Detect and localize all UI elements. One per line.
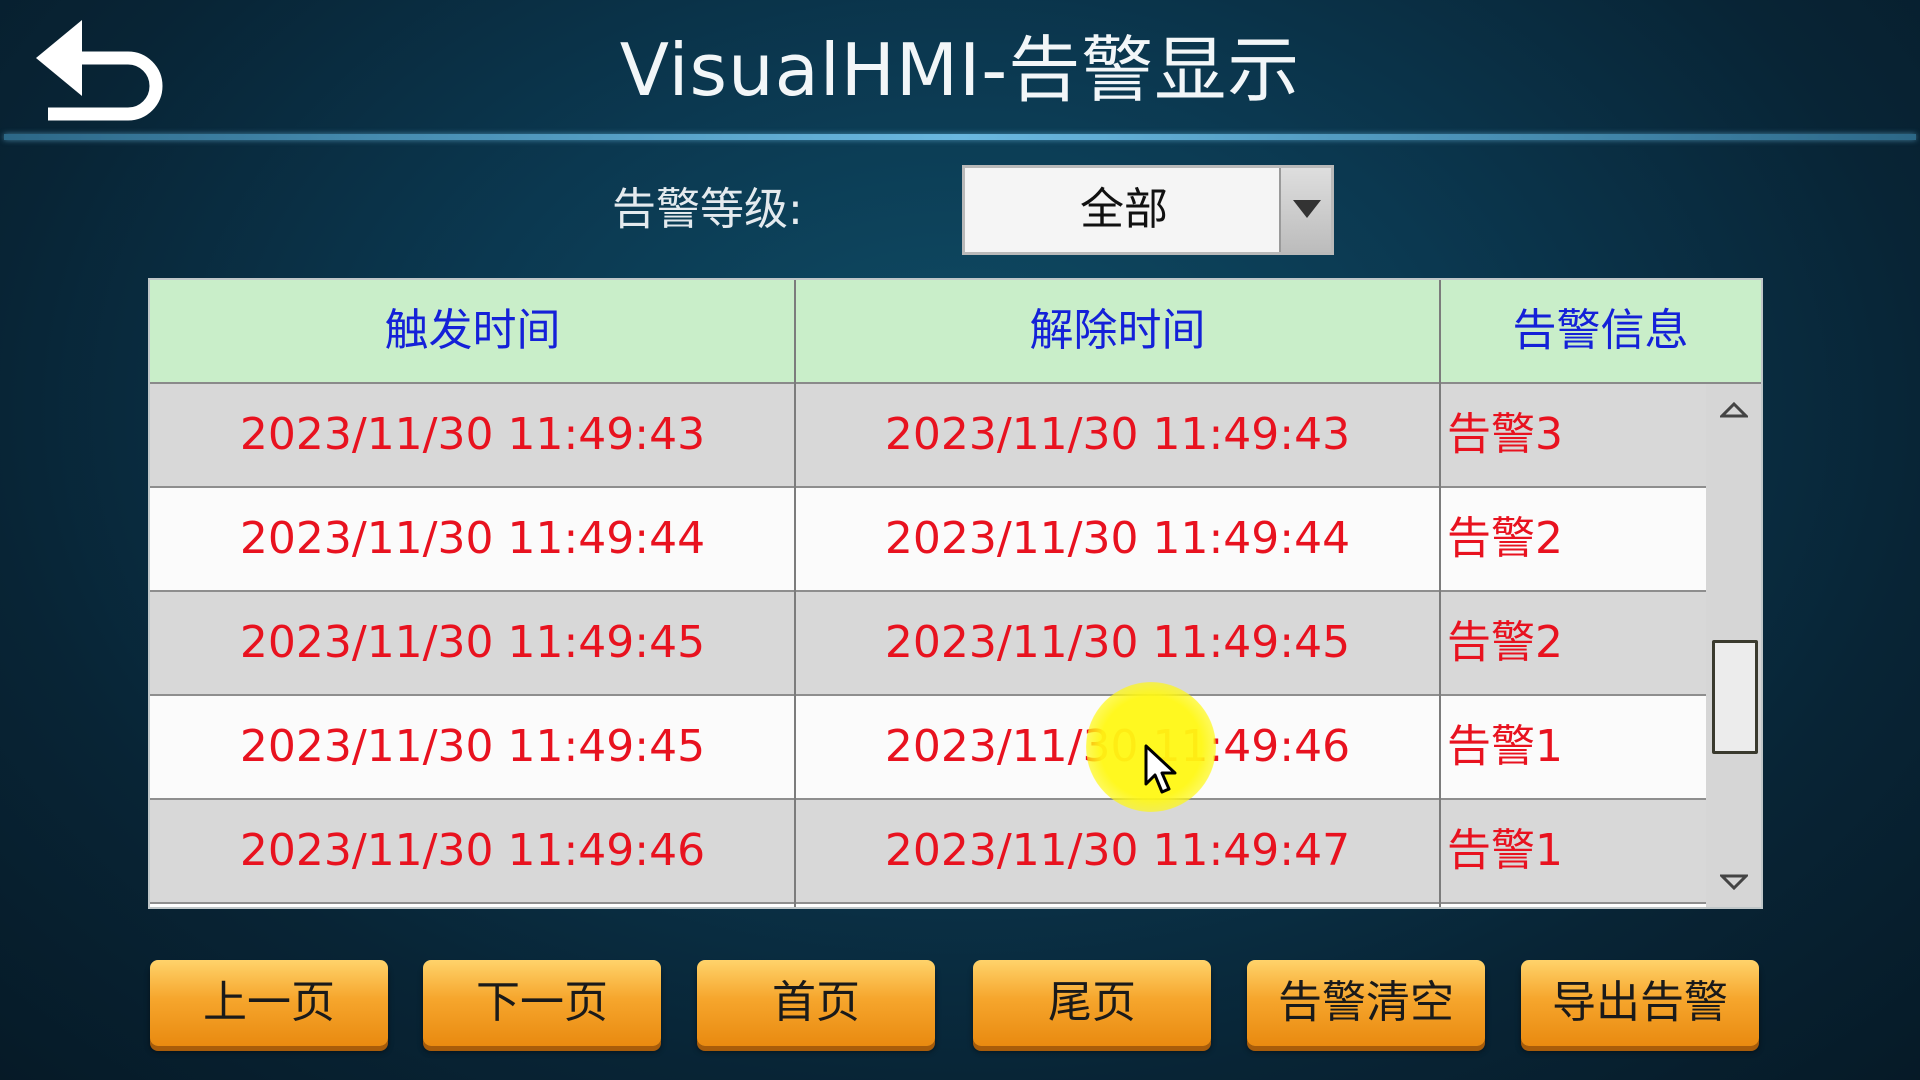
column-header-clear-time[interactable]: 解除时间 <box>795 280 1440 382</box>
scroll-down-button[interactable] <box>1718 874 1750 894</box>
table-row[interactable]: 2023/11/30 11:49:46 2023/11/30 11:49:47 … <box>150 800 1706 904</box>
alarm-info-cell: 告警1 <box>1447 825 1563 876</box>
prev-page-button[interactable]: 上一页 <box>150 960 388 1046</box>
trigger-time-cell: 2023/11/30 11:49:43 <box>239 409 706 460</box>
column-header-trigger-time[interactable]: 触发时间 <box>150 280 795 382</box>
clear-time-cell: 2023/11/30 11:49:43 <box>884 409 1351 460</box>
dropdown-button[interactable] <box>1279 168 1331 252</box>
trigger-time-cell: 2023/11/30 11:49:45 <box>239 617 706 668</box>
scroll-thumb[interactable] <box>1712 640 1758 754</box>
alarm-level-label: 告警等级: <box>612 184 803 235</box>
scroll-up-arrow-icon <box>1718 401 1750 418</box>
scroll-up-button[interactable] <box>1718 401 1750 422</box>
table-scrollbar[interactable] <box>1706 384 1761 907</box>
first-page-button[interactable]: 首页 <box>697 960 935 1046</box>
column-divider <box>794 280 796 907</box>
alarm-level-select[interactable]: 全部 <box>962 165 1334 255</box>
header-divider <box>4 134 1916 140</box>
clear-alarms-button[interactable]: 告警清空 <box>1247 960 1485 1046</box>
last-page-button[interactable]: 尾页 <box>973 960 1211 1046</box>
column-header-alarm-info[interactable]: 告警信息 <box>1440 280 1761 382</box>
table-row[interactable]: 2023/11/30 11:49:43 2023/11/30 11:49:43 … <box>150 384 1706 488</box>
clear-time-cell: 2023/11/30 11:49:45 <box>884 617 1351 668</box>
alarm-info-cell: 告警1 <box>1447 721 1563 772</box>
scroll-down-arrow-icon <box>1718 874 1750 891</box>
trigger-time-cell: 2023/11/30 11:49:46 <box>239 825 706 876</box>
export-alarms-button[interactable]: 导出告警 <box>1521 960 1759 1046</box>
table-row[interactable]: 2023/11/30 11:49:44 2023/11/30 11:49:44 … <box>150 488 1706 592</box>
alarm-info-cell: 告警3 <box>1447 409 1563 460</box>
clear-time-cell: 2023/11/30 11:49:44 <box>884 513 1351 564</box>
trigger-time-cell: 2023/11/30 11:49:45 <box>239 721 706 772</box>
alarm-level-value: 全部 <box>1080 184 1168 235</box>
clear-time-cell: 2023/11/30 11:49:46 <box>884 721 1351 772</box>
alarm-info-cell: 告警2 <box>1447 617 1563 668</box>
alarm-info-cell: 告警2 <box>1447 513 1563 564</box>
page-title: VisualHMI-告警显示 <box>619 28 1301 112</box>
table-row[interactable]: 2023/11/30 11:49:45 2023/11/30 11:49:46 … <box>150 696 1706 800</box>
dropdown-arrow-icon <box>1293 200 1321 218</box>
header-bar: VisualHMI-告警显示 <box>0 0 1920 140</box>
table-body: 2023/11/30 11:49:43 2023/11/30 11:49:43 … <box>150 384 1706 907</box>
next-page-button[interactable]: 下一页 <box>423 960 661 1046</box>
clear-time-cell: 2023/11/30 11:49:47 <box>884 825 1351 876</box>
column-divider <box>1439 280 1441 907</box>
trigger-time-cell: 2023/11/30 11:49:44 <box>239 513 706 564</box>
table-row[interactable]: 2023/11/30 11:49:45 2023/11/30 11:49:45 … <box>150 592 1706 696</box>
alarm-table: 触发时间 解除时间 告警信息 2023/11/30 11:49:43 2023/… <box>150 280 1761 907</box>
table-header: 触发时间 解除时间 告警信息 <box>150 280 1761 384</box>
